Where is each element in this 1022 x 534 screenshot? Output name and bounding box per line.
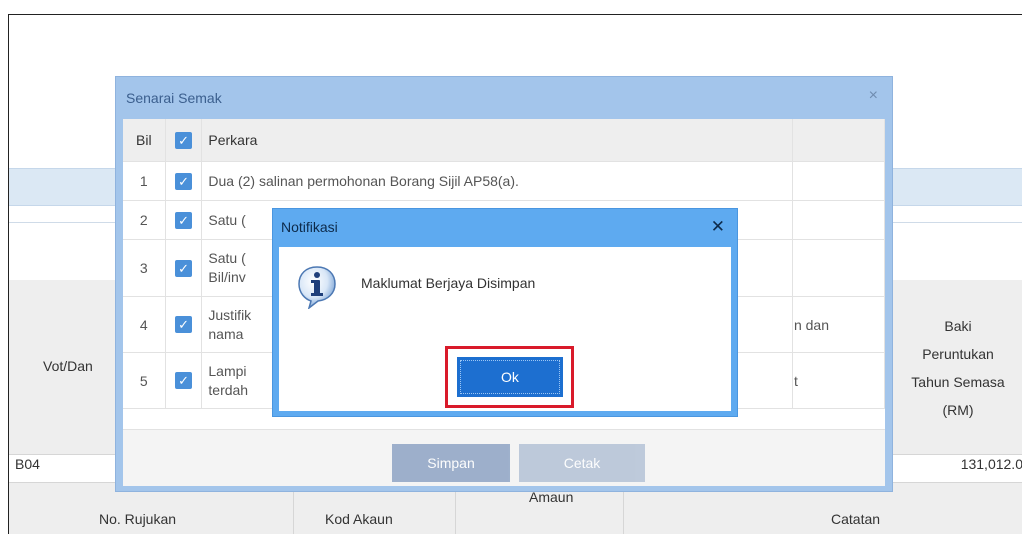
- baki-line-3: Tahun Semasa: [911, 374, 1005, 390]
- row-blank: [792, 239, 886, 297]
- row-bil: 5: [123, 352, 166, 409]
- checkmark-icon: ✓: [175, 372, 193, 389]
- checkmark-icon: ✓: [175, 131, 193, 149]
- checkmark-icon: ✓: [175, 172, 193, 190]
- table-row: 1 ✓ Dua (2) salinan permohonan Borang Si…: [123, 161, 886, 201]
- row-blank: [792, 200, 886, 240]
- row-checkbox[interactable]: ✓: [165, 161, 203, 201]
- row-bil: 2: [123, 200, 166, 240]
- header-bil: Bil: [123, 119, 166, 162]
- row-checkbox[interactable]: ✓: [165, 239, 203, 297]
- row-checkbox[interactable]: ✓: [165, 352, 203, 409]
- row-checkbox[interactable]: ✓: [165, 296, 203, 353]
- vot-header: Vot/Dan: [43, 358, 93, 374]
- row-checkbox[interactable]: ✓: [165, 200, 203, 240]
- info-icon: [298, 266, 336, 309]
- col-catatan: Catatan: [831, 511, 881, 527]
- header-blank: [792, 119, 886, 162]
- row-text: Dua (2) salinan permohonan Borang Sijil …: [201, 161, 793, 201]
- notification-title: Notifikasi: [281, 219, 338, 235]
- select-all-checkbox[interactable]: ✓: [165, 119, 203, 162]
- row-bil: 3: [123, 239, 166, 297]
- row-tail: t: [792, 352, 886, 409]
- row-bil: 1: [123, 161, 166, 201]
- checkmark-icon: ✓: [175, 259, 193, 277]
- dialog-footer: Simpan Cetak: [123, 429, 885, 486]
- col-kod-akaun: Kod Akaun: [325, 511, 393, 527]
- row-code: B04: [15, 456, 40, 472]
- col-no-rujukan: No. Rujukan: [99, 511, 177, 527]
- cetak-button[interactable]: Cetak: [519, 444, 645, 482]
- row-bil: 4: [123, 296, 166, 353]
- dialog-title: Senarai Semak: [126, 90, 222, 106]
- row-blank: [792, 161, 886, 201]
- notification-message: Maklumat Berjaya Disimpan: [361, 275, 536, 291]
- notification-body: Maklumat Berjaya Disimpan Ok: [279, 247, 731, 411]
- row-value: 131,012.0: [960, 456, 1022, 472]
- baki-line-1: Baki: [944, 318, 972, 334]
- baki-header: Baki Peruntukan Tahun Semasa (RM): [893, 312, 1022, 424]
- close-icon[interactable]: ✕: [711, 217, 725, 237]
- row-tail: n dan: [792, 296, 886, 353]
- table-header-row: Bil ✓ Perkara: [123, 119, 886, 162]
- baki-line-4: (RM): [942, 402, 974, 418]
- close-icon[interactable]: ×: [869, 87, 878, 105]
- ok-button[interactable]: Ok: [457, 357, 563, 397]
- notification-dialog: Notifikasi ✕ Maklumat Berjaya Disimpan O…: [272, 208, 738, 417]
- checkmark-icon: ✓: [175, 211, 193, 229]
- simpan-button[interactable]: Simpan: [392, 444, 510, 482]
- header-perkara: Perkara: [201, 119, 793, 162]
- baki-line-2: Peruntukan: [922, 346, 994, 362]
- checkmark-icon: ✓: [175, 316, 193, 333]
